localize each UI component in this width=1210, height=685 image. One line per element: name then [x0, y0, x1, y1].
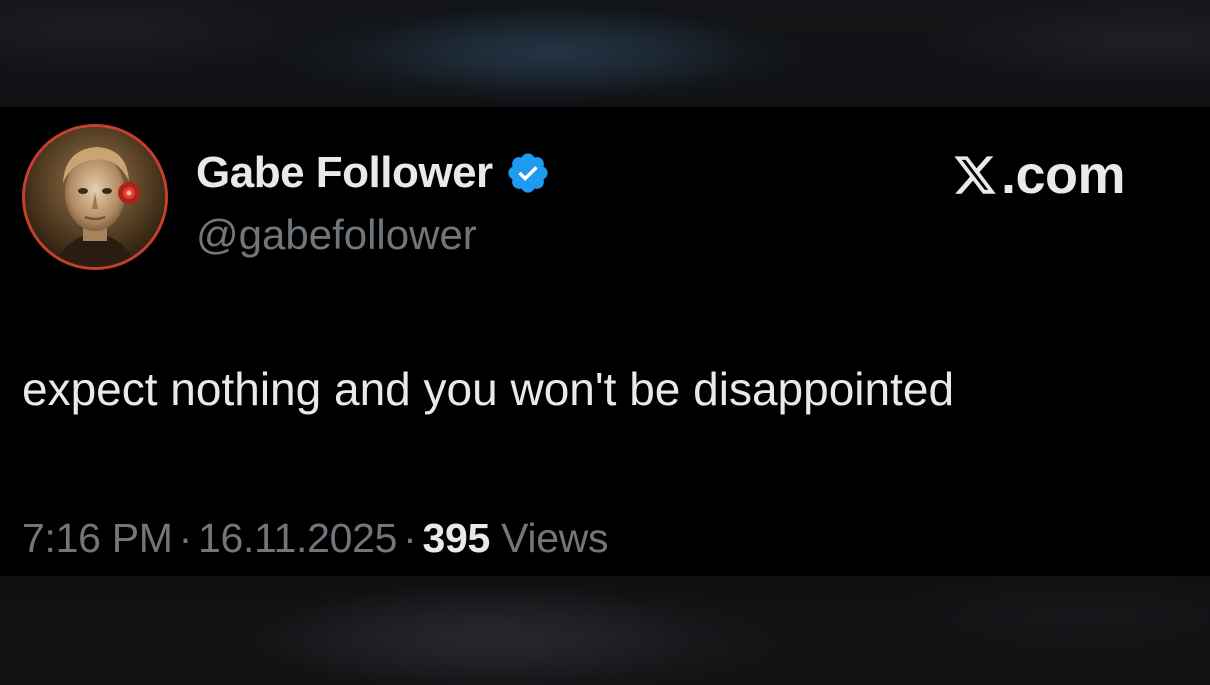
author-name-row[interactable]: Gabe Follower: [196, 147, 551, 199]
tweet-time[interactable]: 7:16 PM: [22, 515, 173, 561]
profile-portrait-icon: [25, 127, 165, 267]
brand-watermark: .com: [952, 145, 1126, 205]
tweet-date[interactable]: 16.11.2025: [198, 515, 397, 561]
avatar[interactable]: [22, 124, 168, 270]
x-logo-icon: [954, 156, 996, 194]
views-label: Views: [501, 515, 609, 561]
screenshot-frame: Gabe Follower @gabefollower .com expect …: [0, 0, 1210, 685]
meta-separator: ·: [178, 515, 193, 561]
verified-badge-icon: [508, 153, 548, 193]
brand-domain-suffix: .com: [1001, 145, 1126, 205]
tweet-meta: 7:16 PM · 16.11.2025 · 395 Views: [22, 510, 609, 566]
author-display-name[interactable]: Gabe Follower: [196, 147, 493, 199]
tweet-card[interactable]: Gabe Follower @gabefollower .com expect …: [0, 107, 1210, 576]
blurred-background-top: [0, 0, 1210, 107]
blurred-background-bottom: [0, 576, 1210, 685]
meta-separator: ·: [403, 515, 417, 561]
tweet-text: expect nothing and you won't be disappoi…: [22, 363, 955, 415]
author-handle[interactable]: @gabefollower: [196, 209, 477, 261]
views-count: 395: [422, 515, 490, 561]
